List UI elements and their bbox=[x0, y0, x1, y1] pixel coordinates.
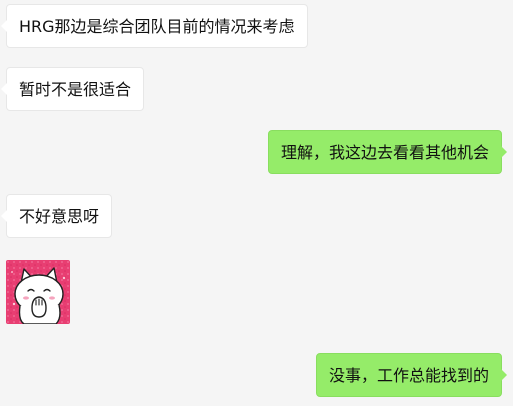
incoming-message-bubble[interactable]: 不好意思呀 bbox=[0, 194, 113, 238]
message-text: 不好意思呀 bbox=[19, 207, 100, 226]
cat-covering-mouth-sticker[interactable] bbox=[6, 260, 70, 324]
message-text: HRG那边是综合团队目前的情况来考虑 bbox=[19, 17, 295, 36]
incoming-message-bubble[interactable]: 暂时不是很适合 bbox=[0, 67, 145, 111]
message-text: 没事，工作总能找到的 bbox=[328, 366, 489, 385]
message-text: 暂时不是很适合 bbox=[19, 80, 132, 99]
chat-window: HRG那边是综合团队目前的情况来考虑 暂时不是很适合 理解，我这边去看看其他机会… bbox=[0, 0, 513, 406]
incoming-message-bubble[interactable]: HRG那边是综合团队目前的情况来考虑 bbox=[1, 4, 308, 48]
message-text: 理解，我这边去看看其他机会 bbox=[280, 143, 489, 162]
cat-sticker-icon bbox=[6, 260, 70, 324]
outgoing-message-bubble[interactable]: 没事，工作总能找到的 bbox=[315, 353, 508, 397]
outgoing-message-bubble[interactable]: 理解，我这边去看看其他机会 bbox=[267, 130, 508, 174]
